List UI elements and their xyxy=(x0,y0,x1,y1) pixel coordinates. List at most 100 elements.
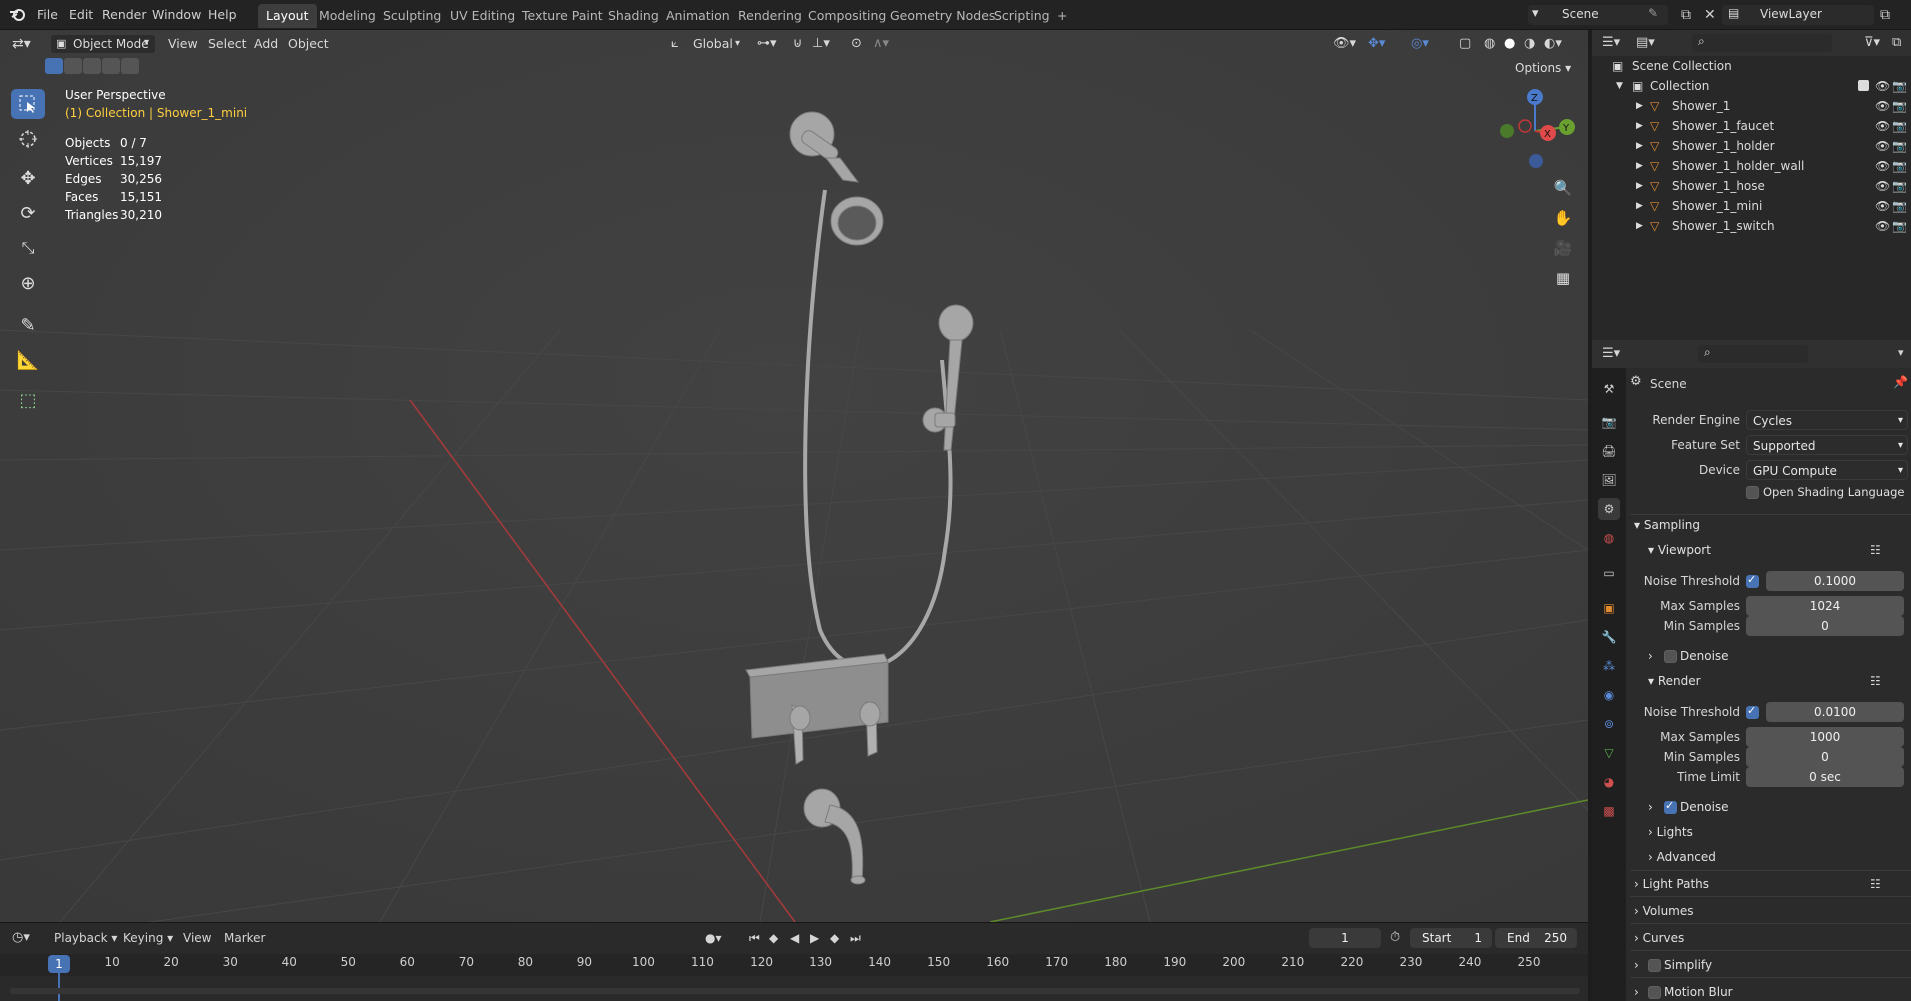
expand-icon[interactable]: ▶ xyxy=(1636,196,1643,216)
end-frame-field[interactable]: End 250 xyxy=(1495,928,1577,948)
menu-render[interactable]: Render xyxy=(102,0,147,30)
camera-icon[interactable]: 📷 xyxy=(1892,76,1907,96)
render-noise-threshold-field[interactable]: 0.0100 xyxy=(1766,702,1904,722)
expand-icon[interactable]: ▼ xyxy=(1616,76,1623,96)
viewport-denoise-checkbox[interactable] xyxy=(1664,650,1677,663)
eye-icon[interactable]: 👁 xyxy=(1875,76,1890,96)
camera-icon[interactable]: 📷 xyxy=(1892,216,1907,236)
outliner-search[interactable]: ⌕ xyxy=(1692,34,1832,52)
camera-icon[interactable]: 📷 xyxy=(1892,156,1907,176)
tab-view-layer[interactable]: 🖼 xyxy=(1598,469,1620,491)
expand-icon[interactable]: ▶ xyxy=(1636,156,1643,176)
outliner-item[interactable]: ▶ ▽ Shower_1_holder_wall 👁 📷 xyxy=(1592,156,1911,176)
render-denoise-checkbox[interactable]: ✓ xyxy=(1664,799,1677,814)
outliner-item[interactable]: ▶ ▽ Shower_1_hose 👁 📷 xyxy=(1592,176,1911,196)
solid-shading-icon[interactable]: ● xyxy=(1504,30,1515,58)
curves-panel-header[interactable]: › Curves xyxy=(1634,931,1684,945)
add-workspace-button[interactable]: + xyxy=(1049,4,1075,28)
expand-icon[interactable]: ▶ xyxy=(1636,116,1643,136)
snap-target-icon[interactable]: ⊥▾ xyxy=(812,30,830,58)
viewport-noise-threshold-field[interactable]: 0.1000 xyxy=(1766,571,1904,591)
eye-icon[interactable]: 👁 xyxy=(1875,196,1890,216)
move-tool[interactable]: ✥ xyxy=(11,163,45,193)
tab-collection[interactable]: ▭ xyxy=(1598,562,1620,584)
pin-icon[interactable]: 📌 xyxy=(1893,375,1908,389)
viewport-denoise-subpanel[interactable]: › xyxy=(1648,649,1653,663)
transform-tool[interactable]: ⊕ xyxy=(11,268,45,298)
tab-rendering[interactable]: Rendering xyxy=(730,4,810,28)
eye-icon[interactable]: 👁 xyxy=(1875,216,1890,236)
jump-start-icon[interactable]: ⏮ xyxy=(749,922,760,954)
eye-icon[interactable]: 👁 xyxy=(1875,116,1890,136)
render-denoise-subpanel[interactable]: › xyxy=(1648,800,1653,814)
material-shading-icon[interactable]: ◑ xyxy=(1524,30,1535,58)
tab-animation[interactable]: Animation xyxy=(658,4,738,28)
next-keyframe-icon[interactable]: ◆ xyxy=(830,922,839,954)
falloff-icon[interactable]: ∧▾ xyxy=(873,30,889,58)
outliner-scene-collection[interactable]: ▣ Scene Collection xyxy=(1592,56,1911,76)
viewport-subpanel-header[interactable]: ▾ Viewport xyxy=(1648,543,1711,557)
navigation-gizmo[interactable]: Z Y X xyxy=(1490,86,1580,176)
record-keyframe-icon[interactable]: ●▾ xyxy=(705,922,722,954)
prev-keyframe-icon[interactable]: ◆ xyxy=(769,922,778,954)
play-icon[interactable]: ▶ xyxy=(810,922,819,954)
render-subpanel-header[interactable]: ▾ Render xyxy=(1648,674,1701,688)
start-frame-field[interactable]: Start 1 xyxy=(1410,928,1492,948)
zoom-button[interactable]: 🔍 xyxy=(1550,175,1576,201)
wireframe-shading-icon[interactable]: ◍ xyxy=(1484,30,1495,58)
viewport-menu-select[interactable]: Select xyxy=(208,30,247,58)
blender-logo-icon[interactable] xyxy=(9,0,29,30)
properties-search[interactable]: ⌕ xyxy=(1698,345,1808,363)
select-new-icon[interactable] xyxy=(45,58,63,74)
time-limit-field[interactable]: 0 sec xyxy=(1746,767,1904,787)
tab-compositing[interactable]: Compositing xyxy=(800,4,894,28)
gizmo-toggle-icon[interactable]: ✥▾ xyxy=(1368,30,1385,58)
scale-tool[interactable]: ⤡ xyxy=(11,233,45,263)
tab-texture[interactable]: ▩ xyxy=(1598,800,1620,822)
3d-viewport[interactable] xyxy=(0,30,1588,922)
measure-tool[interactable]: 📐 xyxy=(11,345,45,375)
timeline-menu-playback[interactable]: Playback ▾ xyxy=(54,922,117,954)
select-box-tool[interactable] xyxy=(11,89,45,119)
outliner-item[interactable]: ▶ ▽ Shower_1_mini 👁 📷 xyxy=(1592,196,1911,216)
current-frame-field[interactable]: 1 xyxy=(1309,928,1381,948)
menu-file[interactable]: File xyxy=(37,0,58,30)
rendered-shading-icon[interactable]: ◐▾ xyxy=(1544,30,1562,58)
expand-icon[interactable]: ▶ xyxy=(1636,176,1643,196)
motion-blur-checkbox[interactable] xyxy=(1648,986,1661,999)
render-min-samples-field[interactable]: 0 xyxy=(1746,747,1904,767)
eye-icon[interactable]: 👁 xyxy=(1875,176,1890,196)
select-intersect-icon[interactable] xyxy=(121,58,139,74)
outliner-item[interactable]: ▶ ▽ Shower_1_holder 👁 📷 xyxy=(1592,136,1911,156)
outliner-item[interactable]: ▶ ▽ Shower_1_faucet 👁 📷 xyxy=(1592,116,1911,136)
tab-data[interactable]: ▽ xyxy=(1598,742,1620,764)
stopwatch-icon[interactable]: ⏱ xyxy=(1390,922,1400,954)
eye-icon[interactable]: 👁 xyxy=(1875,96,1890,116)
select-invert-icon[interactable] xyxy=(102,58,120,74)
pan-button[interactable]: ✋ xyxy=(1550,205,1576,231)
delete-scene-icon[interactable]: ✕ xyxy=(1704,0,1716,30)
cursor-tool[interactable] xyxy=(11,124,45,154)
new-view-layer-icon[interactable]: ⧉ xyxy=(1880,0,1890,30)
render-engine-dropdown[interactable]: Cycles ▾ xyxy=(1746,410,1908,430)
menu-window[interactable]: Window xyxy=(152,0,201,30)
proportional-editing-icon[interactable]: ⊙ xyxy=(851,30,862,58)
tab-texture-paint[interactable]: Texture Paint xyxy=(514,4,611,28)
annotate-tool[interactable]: ✎ xyxy=(11,310,45,340)
expand-icon[interactable]: ▶ xyxy=(1636,216,1643,236)
xray-icon[interactable]: ▢ xyxy=(1459,30,1471,58)
tab-constraints[interactable]: ⊚ xyxy=(1598,713,1620,735)
sampling-panel-header[interactable]: ▾ Sampling xyxy=(1634,518,1700,532)
outliner-item[interactable]: ▶ ▽ Shower_1 👁 📷 xyxy=(1592,96,1911,116)
tab-modeling[interactable]: Modeling xyxy=(311,4,384,28)
tab-material[interactable]: ◕ xyxy=(1598,771,1620,793)
device-dropdown[interactable]: GPU Compute ▾ xyxy=(1746,460,1908,480)
orientation-dropdown[interactable]: Global xyxy=(693,30,733,58)
snap-icon[interactable]: ⊍ xyxy=(793,30,803,58)
select-extend-icon[interactable] xyxy=(64,58,82,74)
select-subtract-icon[interactable] xyxy=(83,58,101,74)
eye-icon[interactable]: 👁 xyxy=(1875,156,1890,176)
camera-view-button[interactable]: 🎥 xyxy=(1550,235,1576,261)
camera-icon[interactable]: 📷 xyxy=(1892,196,1907,216)
motion-blur-panel-header[interactable]: › xyxy=(1634,985,1639,999)
